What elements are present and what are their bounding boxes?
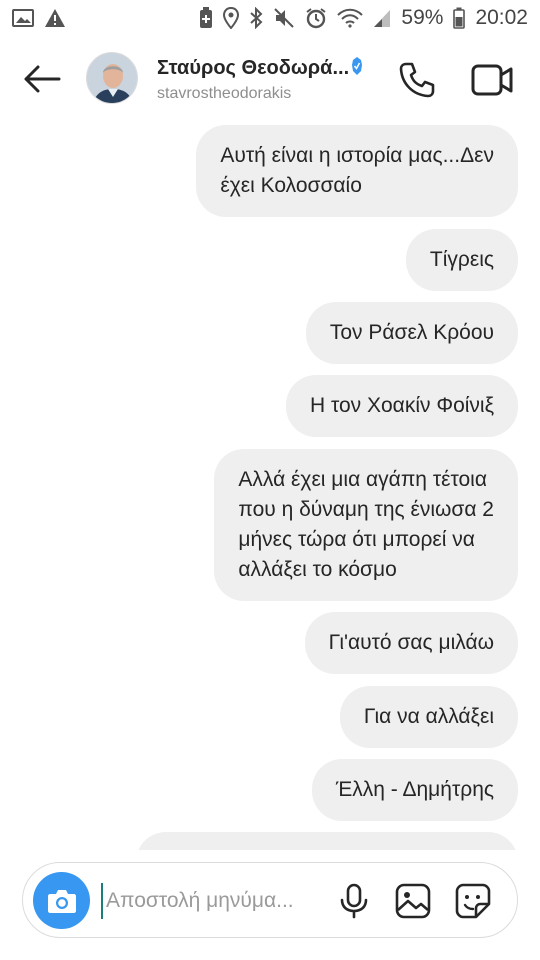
message-bubble[interactable]: Η τον Χοακίν Φοίνιξ — [285, 375, 518, 437]
back-button[interactable] — [20, 62, 64, 96]
microphone-icon — [340, 883, 368, 919]
battery-saver-icon — [199, 7, 213, 29]
message-bubble[interactable]: Αυτή είναι η ιστορία μας...Δεν έχει Κολο… — [196, 125, 518, 217]
voice-message-button[interactable] — [337, 883, 371, 919]
warning-icon — [44, 8, 66, 28]
message-thread[interactable]: Αυτή είναι η ιστορία μας...Δεν έχει Κολο… — [0, 122, 540, 850]
gallery-button[interactable] — [395, 883, 431, 919]
profile-photo — [87, 53, 137, 103]
clock: 20:02 — [475, 6, 528, 29]
contact-username[interactable]: stavrostheodorakis — [157, 85, 291, 103]
contact-name[interactable]: Σταύρος Θεοδωρά... — [157, 56, 363, 82]
message-bubble[interactable]: Γι'αυτό σας μιλάω — [304, 612, 518, 674]
contact-name-text: Σταύρος Θεοδωρά... — [157, 57, 350, 79]
back-arrow-icon — [24, 65, 61, 93]
message-bubble[interactable]: Αλλά έχει μια αγάπη τέτοια που η δύναμη … — [214, 449, 518, 601]
message-bubble[interactable]: Για να αλλάξει — [339, 686, 518, 748]
image-icon — [12, 8, 34, 28]
video-call-button[interactable] — [470, 62, 514, 98]
status-bar: 59% 20:02 — [0, 0, 540, 36]
conversation-header: Σταύρος Θεοδωρά... stavrostheodorakis — [0, 36, 540, 122]
alarm-icon — [305, 7, 327, 29]
status-right: 59% 20:02 — [199, 6, 528, 30]
signal-icon — [373, 8, 391, 28]
gallery-icon — [395, 883, 431, 919]
sticker-icon — [455, 883, 491, 919]
wifi-icon — [337, 8, 364, 28]
message-bubble-partial[interactable] — [136, 832, 518, 850]
status-left — [12, 8, 66, 28]
verified-badge-icon — [351, 56, 363, 82]
battery-percent: 59% — [401, 6, 444, 29]
message-input[interactable] — [101, 883, 321, 919]
camera-button[interactable] — [33, 872, 90, 929]
camera-icon — [47, 889, 76, 913]
bluetooth-icon — [249, 7, 263, 29]
message-bubble[interactable]: Τον Ράσελ Κρόου — [305, 302, 518, 364]
location-icon — [223, 7, 240, 29]
sticker-button[interactable] — [455, 883, 491, 919]
message-bubble[interactable]: Τίγρεις — [405, 229, 518, 291]
voice-call-button[interactable] — [397, 60, 437, 100]
avatar[interactable] — [86, 52, 138, 104]
mute-icon — [273, 7, 295, 29]
phone-icon — [399, 62, 435, 98]
video-camera-icon — [471, 64, 513, 96]
battery-icon — [453, 7, 466, 29]
message-bubble[interactable]: Έλλη - Δημήτρης — [311, 759, 518, 821]
message-composer — [22, 862, 518, 938]
